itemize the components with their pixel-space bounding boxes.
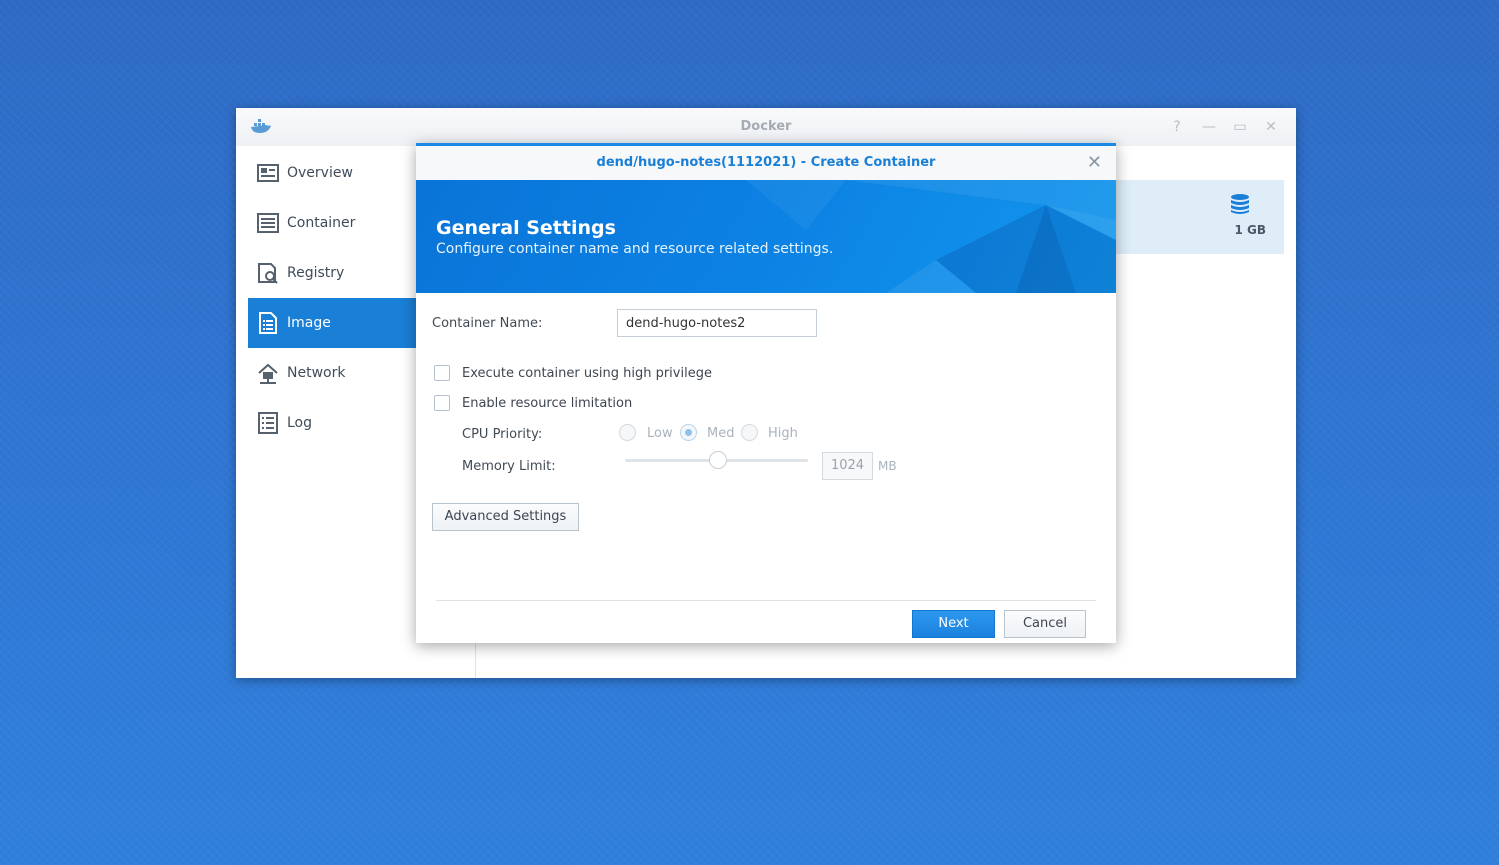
cpu-high-radio[interactable] — [741, 424, 758, 441]
window-title: Docker — [740, 119, 792, 134]
resource-limit-checkbox[interactable] — [434, 395, 450, 411]
sidebar: Overview Container Registry Image Networ… — [248, 148, 416, 448]
container-icon — [257, 212, 279, 234]
dialog-header[interactable]: dend/hugo-notes(1112021) - Create Contai… — [416, 146, 1116, 180]
cpu-med-label: Med — [707, 426, 735, 441]
cpu-high-label: High — [768, 426, 798, 441]
next-button[interactable]: Next — [912, 610, 995, 638]
container-name-label: Container Name: — [432, 316, 543, 331]
sidebar-item-label: Registry — [287, 265, 345, 281]
sidebar-item-label: Network — [287, 365, 346, 381]
image-size: 1 GB — [1234, 223, 1266, 237]
banner-title: General Settings — [436, 217, 616, 239]
dialog-close-icon[interactable]: ✕ — [1087, 152, 1102, 173]
cancel-button[interactable]: Cancel — [1004, 610, 1086, 638]
advanced-settings-button[interactable]: Advanced Settings — [432, 503, 579, 531]
log-icon — [257, 412, 279, 434]
sidebar-item-network[interactable]: Network — [248, 348, 416, 398]
close-icon[interactable]: ✕ — [1261, 117, 1281, 137]
registry-icon — [257, 262, 279, 284]
dialog-title: dend/hugo-notes(1112021) - Create Contai… — [596, 155, 936, 170]
memory-limit-label: Memory Limit: — [462, 459, 556, 474]
network-icon — [257, 362, 279, 384]
sidebar-item-log[interactable]: Log — [248, 398, 416, 448]
sidebar-item-overview[interactable]: Overview — [248, 148, 416, 198]
sidebar-item-label: Overview — [287, 165, 353, 181]
overview-icon — [257, 162, 279, 184]
sidebar-item-label: Log — [287, 415, 313, 431]
memory-limit-input[interactable]: 1024 — [822, 452, 873, 480]
dialog-footer-divider — [436, 600, 1096, 601]
container-name-input[interactable] — [617, 309, 817, 337]
memory-slider-thumb[interactable] — [709, 451, 727, 469]
sidebar-item-container[interactable]: Container — [248, 198, 416, 248]
high-privilege-label: Execute container using high privilege — [462, 366, 712, 381]
database-icon — [1231, 194, 1249, 214]
image-list-row[interactable]: 1 GB — [1114, 180, 1284, 254]
cpu-priority-label: CPU Priority: — [462, 427, 543, 442]
cpu-med-radio[interactable] — [680, 424, 697, 441]
sidebar-item-registry[interactable]: Registry — [248, 248, 416, 298]
minimize-icon[interactable]: — — [1199, 117, 1219, 137]
high-privilege-checkbox[interactable] — [434, 365, 450, 381]
sidebar-item-label: Image — [287, 315, 331, 331]
maximize-icon[interactable]: ▭ — [1230, 117, 1250, 137]
cpu-low-radio[interactable] — [619, 424, 636, 441]
image-icon — [257, 312, 279, 334]
help-icon[interactable]: ? — [1167, 117, 1187, 137]
settings-banner: General Settings Configure container nam… — [416, 180, 1116, 293]
resource-limit-label: Enable resource limitation — [462, 396, 633, 411]
banner-subtitle: Configure container name and resource re… — [436, 241, 834, 257]
memory-unit-label: MB — [878, 459, 897, 473]
cpu-low-label: Low — [647, 426, 673, 441]
sidebar-item-label: Container — [287, 215, 356, 231]
sidebar-item-image[interactable]: Image — [248, 298, 416, 348]
window-titlebar[interactable]: Docker ? — ▭ ✕ — [236, 108, 1296, 146]
create-container-dialog: dend/hugo-notes(1112021) - Create Contai… — [416, 143, 1116, 643]
